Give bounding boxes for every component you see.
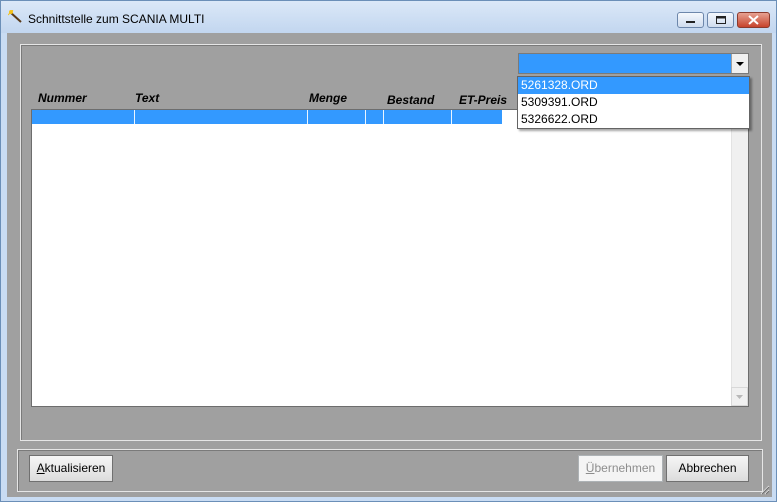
window-title: Schnittstelle zum SCANIA MULTI xyxy=(28,12,205,26)
title-bar[interactable]: Schnittstelle zum SCANIA MULTI xyxy=(1,1,776,33)
cancel-button[interactable]: Abbrechen xyxy=(666,455,749,482)
chevron-down-icon xyxy=(736,62,744,66)
column-header-bestand[interactable]: Bestand xyxy=(387,93,434,109)
apply-label: bernehmen xyxy=(594,461,656,475)
maximize-button[interactable] xyxy=(707,12,734,28)
column-header-menge[interactable]: Menge xyxy=(309,91,347,107)
column-header-text[interactable]: Text xyxy=(135,91,159,107)
column-header-et-preis[interactable]: ET-Preis xyxy=(459,93,507,109)
items-list[interactable] xyxy=(31,109,749,407)
cell-divider xyxy=(134,110,135,124)
table-row[interactable] xyxy=(32,110,502,124)
minimize-button[interactable] xyxy=(677,12,704,28)
order-file-combobox[interactable] xyxy=(518,53,749,74)
cell-divider xyxy=(383,110,384,124)
cell-divider xyxy=(451,110,452,124)
dropdown-option[interactable]: 5309391.ORD xyxy=(518,94,749,111)
refresh-accel-key: A xyxy=(36,461,45,475)
maximize-icon xyxy=(716,16,726,24)
arrow-down-icon xyxy=(736,395,743,399)
vertical-scrollbar[interactable] xyxy=(731,110,748,406)
client-area: Nummer Text Menge Bestand ET-Preis 52613… xyxy=(7,33,772,497)
cell-divider xyxy=(365,110,366,124)
order-file-dropdown-list: 5261328.ORD 5309391.ORD 5326622.ORD xyxy=(517,76,750,129)
close-icon xyxy=(748,15,759,25)
column-header-nummer[interactable]: Nummer xyxy=(38,91,87,107)
apply-button[interactable]: Übernehmen xyxy=(578,455,663,482)
app-window: Schnittstelle zum SCANIA MULTI Nummer Te… xyxy=(0,0,777,502)
cell-divider xyxy=(307,110,308,124)
refresh-button[interactable]: Aktualisieren xyxy=(29,455,113,482)
refresh-label: ktualisieren xyxy=(44,461,106,475)
scroll-down-button[interactable] xyxy=(731,387,748,406)
dropdown-option[interactable]: 5261328.ORD xyxy=(518,77,749,94)
combo-dropdown-button[interactable] xyxy=(731,54,748,73)
resize-grip-icon[interactable] xyxy=(758,483,770,495)
wand-icon xyxy=(8,10,22,23)
dropdown-option[interactable]: 5326622.ORD xyxy=(518,111,749,128)
minimize-icon xyxy=(686,21,695,23)
close-button[interactable] xyxy=(737,12,770,28)
